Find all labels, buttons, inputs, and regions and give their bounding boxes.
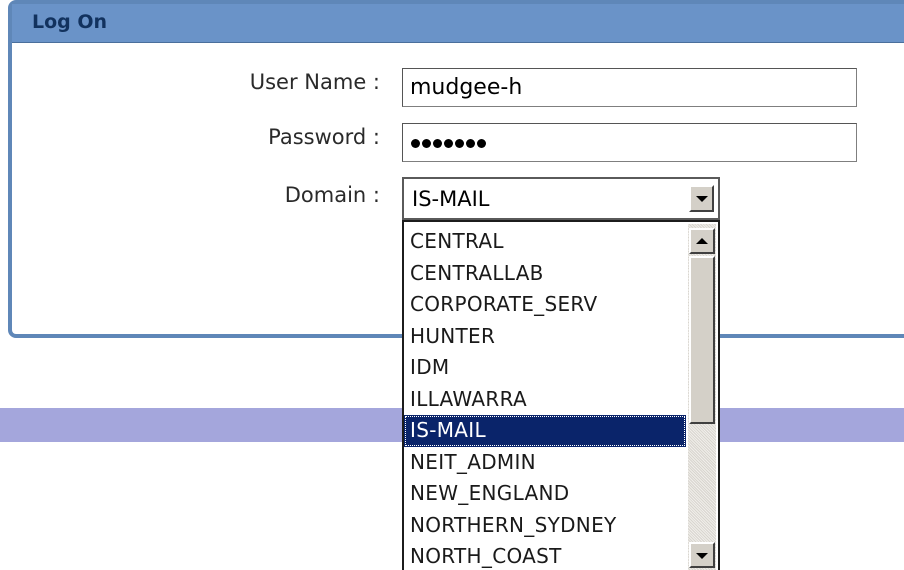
username-value: mudgee-h <box>410 75 523 100</box>
panel-title: Log On <box>32 11 108 33</box>
password-dot <box>411 139 420 148</box>
chevron-down-icon[interactable] <box>689 185 714 212</box>
dropdown-options: CENTRAL CENTRALLAB CORPORATE_SERV HUNTER IDM… <box>404 226 686 570</box>
dropdown-option[interactable]: CENTRAL <box>404 226 686 258</box>
dropdown-option[interactable]: NORTHERN_SYDNEY <box>404 510 686 542</box>
dropdown-option[interactable]: NEW_ENGLAND <box>404 478 686 510</box>
dropdown-option[interactable]: NORTH_COAST <box>404 541 686 570</box>
scrollbar-thumb[interactable] <box>689 256 715 424</box>
panel-header: Log On <box>12 4 904 43</box>
arrow-up-glyph <box>696 238 708 244</box>
password-dot <box>477 139 486 148</box>
dropdown-option[interactable]: CENTRALLAB <box>404 258 686 290</box>
scroll-down-arrow-icon[interactable] <box>689 542 715 568</box>
dropdown-scrollbar[interactable] <box>688 224 716 570</box>
password-dot <box>422 139 431 148</box>
dropdown-option[interactable]: HUNTER <box>404 321 686 353</box>
domain-select[interactable]: IS-MAIL <box>402 177 720 220</box>
domain-dropdown-list[interactable]: CENTRAL CENTRALLAB CORPORATE_SERV HUNTER IDM… <box>402 220 720 570</box>
scroll-up-arrow-icon[interactable] <box>689 228 715 254</box>
dropdown-option[interactable]: IDM <box>404 352 686 384</box>
password-dot <box>466 139 475 148</box>
username-label: User Name : <box>249 70 380 94</box>
dropdown-option[interactable]: CORPORATE_SERV <box>404 289 686 321</box>
dropdown-option[interactable]: IS-MAIL <box>404 415 686 447</box>
page: Log On User Name : mudgee-h Password : D… <box>0 0 904 570</box>
password-dot <box>444 139 453 148</box>
password-mask <box>411 132 488 148</box>
username-field[interactable]: mudgee-h <box>402 68 857 107</box>
password-label: Password : <box>268 125 380 149</box>
arrow-down-glyph <box>696 553 708 559</box>
password-dot <box>455 139 464 148</box>
dropdown-option[interactable]: ILLAWARRA <box>404 384 686 416</box>
domain-select-value: IS-MAIL <box>412 187 490 211</box>
domain-label: Domain : <box>284 183 380 207</box>
dropdown-option[interactable]: NEIT_ADMIN <box>404 447 686 479</box>
arrow-down-glyph <box>695 196 708 202</box>
password-dot <box>433 139 442 148</box>
password-field[interactable] <box>402 123 857 162</box>
